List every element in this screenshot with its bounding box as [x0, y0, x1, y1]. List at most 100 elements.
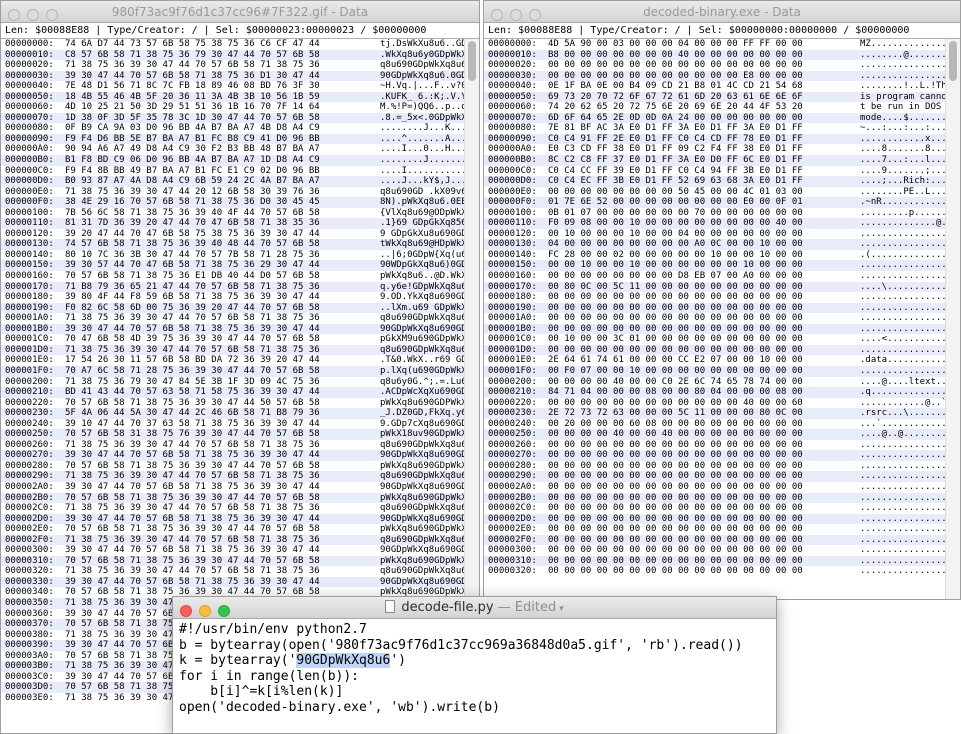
hex-row[interactable]: 00000160: 00 00 00 00 00 00 00 00 D8 EB 0…: [484, 271, 945, 282]
hex-row[interactable]: 000000A0: E0 C3 CD FF 38 E0 D1 FF 09 C2 F…: [484, 144, 945, 155]
hex-row[interactable]: 00000210: BD 41 43 44 70 57 63 58 71 58 7…: [1, 387, 464, 398]
hex-row[interactable]: 000000D0: B0 93 87 A7 4A D8 A4 C9 6B 59 2…: [1, 176, 464, 187]
vertical-scrollbar[interactable]: [945, 39, 960, 599]
hex-row[interactable]: 000000F0: 01 7E 6E 52 00 00 00 00 00 00 0…: [484, 197, 945, 208]
hex-row[interactable]: 000000E0: 00 00 00 00 00 00 00 00 50 45 0…: [484, 187, 945, 198]
hex-row[interactable]: 000000B0: B1 F8 BD C9 06 D0 96 BB 4A B7 B…: [1, 155, 464, 166]
hex-row[interactable]: 00000070: 1D 38 0F 3D 5F 35 78 3C 1D 30 4…: [1, 112, 464, 124]
hex-row[interactable]: 000001A0: 71 38 75 36 39 30 47 44 70 57 6…: [1, 313, 464, 324]
hex-row[interactable]: 00000080: 0F B9 CA 9A 03 D0 96 BB 4A B7 B…: [1, 123, 464, 134]
hex-row[interactable]: 00000050: 69 73 20 70 72 6F 67 72 61 6D 2…: [484, 91, 945, 103]
hex-row[interactable]: 00000140: 80 10 7C 36 3B 30 47 44 70 57 7…: [1, 250, 464, 261]
hex-row[interactable]: 00000260: 71 38 75 36 39 30 47 44 70 57 6…: [1, 440, 464, 451]
hex-row[interactable]: 000000B0: 8C C2 C8 FF 37 E0 D1 FF 3A E0 D…: [484, 155, 945, 166]
hex-row[interactable]: 00000240: 00 20 00 00 00 60 08 00 00 00 0…: [484, 419, 945, 430]
hex-row[interactable]: 00000030: 00 00 00 00 00 00 00 00 00 00 0…: [484, 70, 945, 82]
hex-row[interactable]: 000001F0: 70 A7 6C 58 71 28 75 36 39 30 4…: [1, 365, 464, 377]
hex-row[interactable]: 00000090: C0 C4 91 FF 2E E0 D1 FF C0 C4 C…: [484, 133, 945, 145]
hex-row[interactable]: 00000090: F9 F4 D6 BB 5E B7 BA A7 B1 FC B…: [1, 133, 464, 145]
hex-window-exe[interactable]: decoded-binary.exe - Data Len: $00088E88…: [483, 0, 961, 600]
hex-row[interactable]: 00000230: 5F 4A 06 44 5A 30 47 44 2C 46 6…: [1, 408, 464, 419]
hex-row[interactable]: 00000040: 7E 48 D1 56 71 8C 7C FB 18 89 4…: [1, 81, 464, 92]
hex-row[interactable]: 000001C0: 00 10 00 00 3C 01 00 00 00 00 0…: [484, 334, 945, 345]
hex-row[interactable]: 000001B0: 39 30 47 44 70 57 6B 58 71 38 7…: [1, 323, 464, 335]
hex-row[interactable]: 000000D0: C0 C4 EC FF 3B E0 D1 FF 52 69 6…: [484, 176, 945, 187]
hex-row[interactable]: 00000180: 39 80 4F 44 F8 59 6B 58 71 38 7…: [1, 292, 464, 303]
hex-row[interactable]: 000000F0: 38 4E 29 16 70 57 6B 58 71 38 7…: [1, 197, 464, 208]
hex-row[interactable]: 00000310: 70 57 6B 58 71 38 75 36 39 30 4…: [1, 555, 464, 567]
hex-row[interactable]: 000001D0: 00 00 00 00 00 00 00 00 00 00 0…: [484, 344, 945, 356]
hex-row[interactable]: 00000100: 0B 01 07 00 00 00 00 00 00 70 0…: [484, 208, 945, 219]
hex-row[interactable]: 000002F0: 00 00 00 00 00 00 00 00 00 00 0…: [484, 534, 945, 546]
hex-row[interactable]: 000001A0: 00 00 00 00 00 00 00 00 00 00 0…: [484, 313, 945, 324]
hex-row[interactable]: 000002F0: 71 38 75 36 39 30 47 44 70 57 6…: [1, 534, 464, 546]
title-bar[interactable]: decode-file.py — Edited ▾: [173, 597, 776, 619]
hex-row[interactable]: 00000060: 74 20 62 65 20 72 75 6E 20 69 6…: [484, 102, 945, 113]
hex-row[interactable]: 000001D0: 71 38 75 36 39 30 47 44 70 57 6…: [1, 344, 464, 356]
hex-row[interactable]: 000002B0: 00 00 00 00 00 00 00 00 00 00 0…: [484, 492, 945, 504]
hex-row[interactable]: 00000270: 39 30 47 44 70 57 6B 58 71 38 7…: [1, 450, 464, 461]
hex-row[interactable]: 000000E0: 71 38 75 36 39 30 47 44 20 12 6…: [1, 187, 464, 198]
hex-row[interactable]: 00000010: C8 57 6B 58 71 38 75 36 79 30 4…: [1, 49, 464, 61]
hex-row[interactable]: 00000150: 39 30 57 44 70 47 6B 58 71 38 7…: [1, 260, 464, 272]
hex-row[interactable]: 00000110: F0 09 08 00 00 10 00 00 00 00 0…: [484, 218, 945, 229]
hex-row[interactable]: 00000100: 7B 56 6C 58 71 38 75 36 39 40 4…: [1, 208, 464, 219]
hex-row[interactable]: 00000310: 00 00 00 00 00 00 00 00 00 00 0…: [484, 555, 945, 567]
hex-row[interactable]: 000001E0: 2E 64 61 74 61 00 00 00 CC E2 0…: [484, 355, 945, 366]
hex-row[interactable]: 00000290: 00 00 00 00 00 00 00 00 00 00 0…: [484, 471, 945, 482]
hex-row[interactable]: 00000220: 70 57 6B 58 71 38 75 36 39 30 4…: [1, 398, 464, 409]
hex-row[interactable]: 000001C0: 70 47 6B 58 4D 39 75 36 39 30 4…: [1, 334, 464, 345]
hex-row[interactable]: 00000060: 4D 10 25 21 50 3D 29 51 51 36 1…: [1, 102, 464, 113]
hex-row[interactable]: 00000170: 71 B8 79 36 65 21 47 44 70 57 6…: [1, 281, 464, 293]
hex-row[interactable]: 00000210: 84 71 04 00 00 00 08 00 00 80 0…: [484, 387, 945, 398]
hex-row[interactable]: 00000260: 00 00 00 00 00 00 00 00 00 00 0…: [484, 440, 945, 451]
hex-row[interactable]: 000002E0: 00 00 00 00 00 00 00 00 00 00 0…: [484, 524, 945, 535]
hex-row[interactable]: 00000130: 74 57 6B 58 71 38 75 36 39 40 4…: [1, 239, 464, 250]
hex-row[interactable]: 000002A0: 39 30 47 44 70 57 6B 58 71 38 7…: [1, 482, 464, 493]
hex-row[interactable]: 000002C0: 71 38 75 36 39 30 47 44 70 57 6…: [1, 503, 464, 514]
hex-row[interactable]: 000002D0: 39 30 47 44 70 57 6B 58 71 38 7…: [1, 513, 464, 525]
hex-row[interactable]: 000002A0: 00 00 00 00 00 00 00 00 00 00 0…: [484, 482, 945, 493]
hex-row[interactable]: 00000170: 00 80 0C 00 5C 11 00 00 00 00 0…: [484, 281, 945, 293]
hex-row[interactable]: 00000030: 39 30 47 44 70 57 6B 58 71 38 7…: [1, 70, 464, 82]
hex-row[interactable]: 00000000: 4D 5A 90 00 03 00 00 00 04 00 0…: [484, 39, 945, 50]
hex-row[interactable]: 000002D0: 00 00 00 00 00 00 00 00 00 00 0…: [484, 513, 945, 525]
editor-window[interactable]: decode-file.py — Edited ▾ #!/usr/bin/env…: [172, 596, 777, 734]
hex-row[interactable]: 00000320: 00 00 00 00 00 00 00 00 00 00 0…: [484, 566, 945, 577]
hex-row[interactable]: 00000140: FC 28 00 00 02 00 00 00 00 00 1…: [484, 250, 945, 261]
code-area[interactable]: #!/usr/bin/env python2.7 b = bytearray(op…: [173, 619, 776, 715]
hex-row[interactable]: 00000020: 00 00 00 00 00 00 00 00 00 00 0…: [484, 60, 945, 71]
hex-row[interactable]: 00000110: 81 31 7D 36 39 20 47 44 70 47 6…: [1, 218, 464, 229]
hex-view[interactable]: 00000000: 4D 5A 90 00 03 00 00 00 04 00 0…: [484, 39, 945, 599]
hex-row[interactable]: 00000240: 39 10 47 44 70 37 63 58 71 38 7…: [1, 419, 464, 430]
window-title[interactable]: decode-file.py — Edited ▾: [173, 600, 776, 615]
hex-row[interactable]: 00000330: 39 30 47 44 70 57 6B 58 71 38 7…: [1, 576, 464, 588]
hex-row[interactable]: 00000300: 00 00 00 00 00 00 00 00 00 00 0…: [484, 545, 945, 556]
hex-row[interactable]: 000002B0: 70 57 6B 58 71 38 75 36 39 30 4…: [1, 492, 464, 504]
hex-row[interactable]: 00000180: 00 00 00 00 00 00 00 00 00 00 0…: [484, 292, 945, 303]
hex-row[interactable]: 00000080: 7E 81 BF AC 3A E0 D1 FF 3A E0 D…: [484, 123, 945, 134]
hex-row[interactable]: 00000200: 71 38 75 36 79 30 47 84 5E 3B 1…: [1, 377, 464, 388]
hex-row[interactable]: 00000070: 6D 6F 64 65 2E 0D 0D 0A 24 00 0…: [484, 112, 945, 124]
hex-row[interactable]: 00000160: 70 57 6B 58 71 38 75 36 E1 DB 4…: [1, 271, 464, 282]
hex-row[interactable]: 00000290: 71 38 75 36 39 30 47 44 70 57 6…: [1, 471, 464, 482]
hex-row[interactable]: 00000050: 18 4B 55 46 4B 5F 20 36 11 3A 4…: [1, 91, 464, 103]
scrollbar-thumb[interactable]: [949, 41, 957, 81]
hex-row[interactable]: 00000190: 00 00 00 00 00 00 00 00 00 00 0…: [484, 302, 945, 314]
hex-row[interactable]: 00000150: 00 00 10 00 00 10 00 00 00 00 0…: [484, 260, 945, 272]
hex-row[interactable]: 00000230: 2E 72 73 72 63 00 00 00 5C 11 0…: [484, 408, 945, 419]
hex-row[interactable]: 00000250: 00 00 00 00 40 00 00 40 00 00 0…: [484, 429, 945, 440]
hex-row[interactable]: 000001F0: 00 F0 07 00 00 10 00 00 00 00 0…: [484, 365, 945, 377]
title-bar[interactable]: decoded-binary.exe - Data: [484, 1, 960, 23]
hex-row[interactable]: 000002C0: 00 00 00 00 00 00 00 00 00 00 0…: [484, 503, 945, 514]
hex-row[interactable]: 000000A0: 90 94 A6 A7 49 D8 A4 C9 30 F2 B…: [1, 144, 464, 155]
hex-row[interactable]: 00000040: 0E 1F BA 0E 00 B4 09 CD 21 B8 0…: [484, 81, 945, 92]
hex-row[interactable]: 00000120: 39 20 47 44 70 47 6B 58 75 38 7…: [1, 229, 464, 240]
hex-row[interactable]: 00000190: F0 82 6C 58 6D 00 75 36 39 20 4…: [1, 302, 464, 314]
hex-row[interactable]: 00000200: 00 00 00 00 40 00 00 C0 2E 6C 7…: [484, 377, 945, 388]
chevron-down-icon[interactable]: ▾: [556, 604, 564, 614]
selected-text[interactable]: 90GDpWkXq8u6: [296, 653, 391, 668]
hex-row[interactable]: 00000280: 70 57 6B 58 71 38 75 36 39 30 4…: [1, 461, 464, 472]
hex-row[interactable]: 00000130: 04 00 00 00 00 00 00 00 00 A0 0…: [484, 239, 945, 250]
hex-row[interactable]: 00000020: 71 38 75 36 39 30 47 44 70 57 6…: [1, 60, 464, 71]
